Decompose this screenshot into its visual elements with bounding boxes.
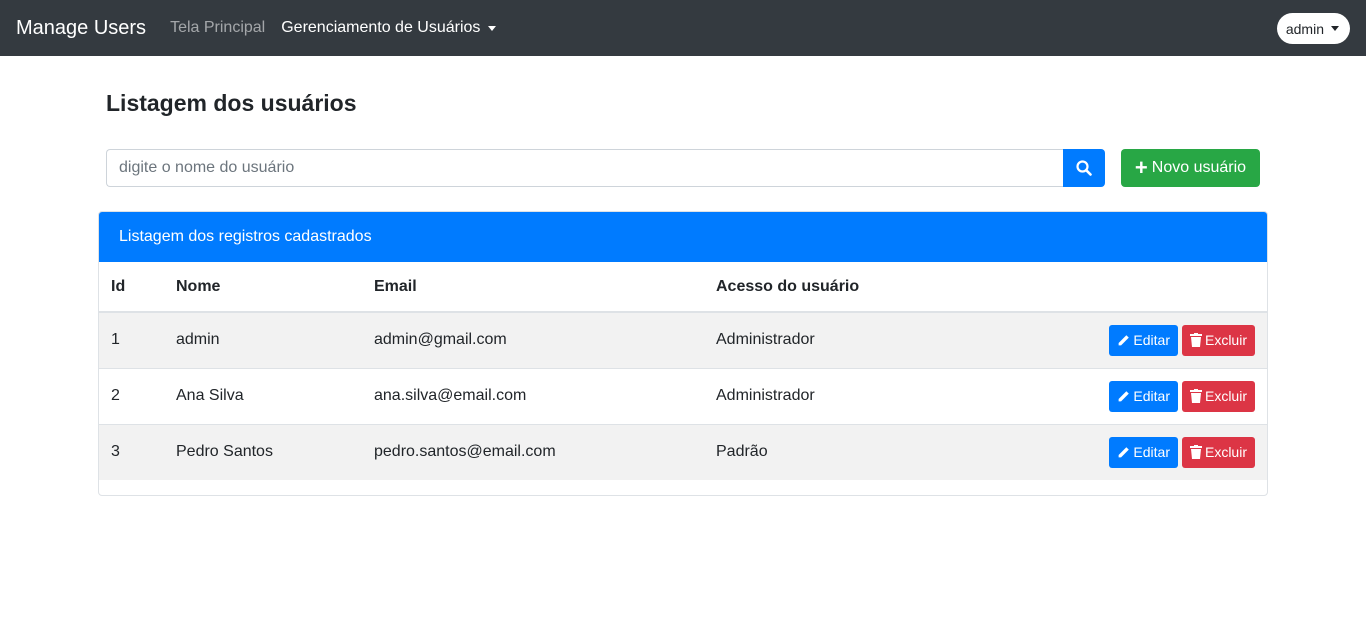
new-user-button[interactable]: + Novo usuário	[1121, 149, 1260, 187]
cell-id: 1	[99, 311, 164, 368]
user-menu-button[interactable]: admin	[1276, 13, 1350, 44]
cell-email: pedro.santos@email.com	[362, 423, 704, 480]
table-row: 2 Ana Silva ana.silva@email.com Administ…	[99, 367, 1267, 424]
table-header-row: Id Nome Email Acesso do usuário	[99, 262, 1267, 313]
edit-label: Editar	[1133, 444, 1170, 461]
cell-email: admin@gmail.com	[362, 311, 704, 368]
delete-button[interactable]: Excluir	[1181, 436, 1255, 468]
caret-down-icon	[488, 25, 497, 31]
column-header-actions	[1034, 262, 1267, 313]
new-user-label: Novo usuário	[1151, 159, 1247, 176]
edit-button[interactable]: Editar	[1109, 324, 1178, 356]
edit-button[interactable]: Editar	[1109, 436, 1178, 468]
cell-actions: Editar Excluir	[1034, 423, 1267, 480]
edit-label: Editar	[1133, 332, 1170, 349]
trash-icon	[1189, 445, 1202, 460]
search-input[interactable]	[106, 149, 1063, 187]
nav-dropdown-label: Gerenciamento de Usuários	[281, 19, 481, 36]
cell-nome: Pedro Santos	[164, 423, 362, 480]
user-menu-label: admin	[1285, 20, 1324, 37]
cell-email: ana.silva@email.com	[362, 367, 704, 424]
cell-id: 3	[99, 423, 164, 480]
table-row: 3 Pedro Santos pedro.santos@email.com Pa…	[99, 423, 1267, 480]
delete-label: Excluir	[1204, 332, 1247, 349]
delete-label: Excluir	[1204, 444, 1247, 461]
cell-acesso: Administrador	[704, 367, 1034, 424]
column-header-nome: Nome	[164, 262, 362, 313]
column-header-acesso: Acesso do usuário	[704, 262, 1034, 313]
cell-nome: admin	[164, 311, 362, 368]
caret-down-icon	[1331, 26, 1339, 31]
delete-label: Excluir	[1204, 388, 1247, 404]
trash-icon	[1189, 333, 1202, 348]
edit-button[interactable]: Editar	[1109, 380, 1178, 412]
card-header: Listagem dos registros cadastrados	[99, 212, 1267, 262]
table-row: 1 admin admin@gmail.com Administrador Ed…	[99, 311, 1267, 368]
cell-actions: Editar Excluir	[1034, 311, 1267, 368]
delete-button[interactable]: Excluir	[1181, 324, 1255, 356]
nav-link-tela-principal[interactable]: Tela Principal	[170, 19, 265, 37]
search-button[interactable]	[1063, 149, 1105, 187]
cell-acesso: Administrador	[704, 311, 1034, 368]
delete-button[interactable]: Excluir	[1181, 380, 1255, 412]
cell-acesso: Padrão	[704, 423, 1034, 480]
page-title: Listagem dos usuários	[106, 90, 357, 116]
pencil-icon	[1119, 390, 1130, 401]
users-table: Id Nome Email Acesso do usuário 1 admin …	[99, 262, 1267, 480]
plus-icon: +	[1134, 155, 1148, 180]
column-header-email: Email	[362, 262, 704, 313]
edit-label: Editar	[1133, 388, 1170, 404]
brand-title[interactable]: Manage Users	[16, 17, 146, 40]
pencil-icon	[1119, 334, 1130, 346]
nav-dropdown-gerenciamento[interactable]: Gerenciamento de Usuários	[281, 19, 497, 37]
search-icon	[1076, 160, 1092, 176]
cell-id: 2	[99, 367, 164, 424]
top-navbar: Manage Users Tela Principal Gerenciament…	[0, 0, 1366, 56]
users-card: Listagem dos registros cadastrados Id No…	[98, 211, 1268, 496]
cell-nome: Ana Silva	[164, 367, 362, 424]
search-group	[106, 149, 1105, 187]
pencil-icon	[1119, 446, 1130, 458]
trash-icon	[1189, 389, 1202, 403]
column-header-id: Id	[99, 262, 164, 313]
cell-actions: Editar Excluir	[1034, 367, 1267, 424]
